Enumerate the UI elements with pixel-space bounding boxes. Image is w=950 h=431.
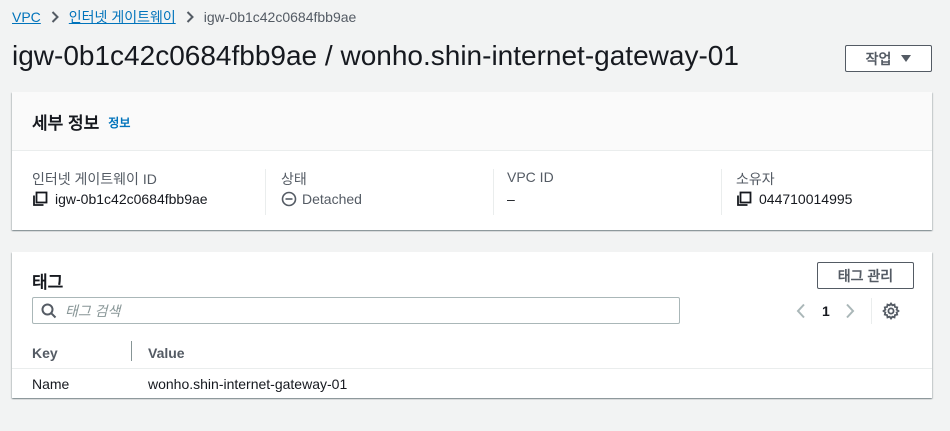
tag-key-cell: Name: [32, 376, 70, 392]
state-value: Detached: [302, 191, 362, 207]
breadcrumb-link-vpc[interactable]: VPC: [12, 9, 41, 25]
breadcrumb-current: igw-0b1c42c0684fbb9ae: [203, 9, 357, 25]
copy-icon[interactable]: [736, 191, 752, 207]
pager-divider: [870, 298, 872, 324]
manage-tags-button[interactable]: 태그 관리: [817, 262, 914, 289]
actions-button-label: 작업: [865, 50, 892, 67]
caret-down-icon: [901, 55, 912, 62]
tag-search-input[interactable]: [65, 302, 645, 319]
detail-key: 소유자: [736, 171, 775, 187]
detail-column-owner: 소유자 044710014995: [721, 169, 921, 215]
tags-table-header: Key Value: [12, 339, 932, 369]
column-header-value[interactable]: Value: [148, 345, 185, 361]
breadcrumb-link-internet-gateways[interactable]: 인터넷 게이트웨이: [69, 7, 176, 27]
current-page-number[interactable]: 1: [822, 303, 830, 319]
detail-column-vpc-id: VPC ID –: [493, 169, 721, 215]
details-panel-header: 세부 정보 정보: [12, 92, 932, 151]
tag-search-field[interactable]: [32, 297, 680, 324]
actions-dropdown-button[interactable]: 작업: [845, 45, 932, 72]
detail-value: Detached: [281, 191, 362, 207]
details-panel: 세부 정보 정보 인터넷 게이트웨이 ID igw-0b1c42c0684fbb…: [12, 92, 932, 230]
detail-column-igw-id: 인터넷 게이트웨이 ID igw-0b1c42c0684fbb9ae: [32, 169, 265, 215]
detail-key: 상태: [281, 171, 307, 187]
details-columns: 인터넷 게이트웨이 ID igw-0b1c42c0684fbb9ae 상태 De…: [12, 151, 932, 215]
previous-page-icon[interactable]: [796, 303, 806, 319]
owner-value: 044710014995: [759, 191, 853, 207]
details-heading: 세부 정보: [32, 113, 100, 133]
info-link[interactable]: 정보: [108, 114, 130, 131]
column-divider: [265, 169, 266, 215]
tag-value-cell: wonho.shin-internet-gateway-01: [148, 376, 348, 392]
detail-value: igw-0b1c42c0684fbb9ae: [32, 191, 208, 207]
search-icon: [41, 303, 57, 319]
detail-key: 인터넷 게이트웨이 ID: [32, 171, 157, 187]
settings-gear-icon[interactable]: [881, 302, 900, 320]
vpc-id-value: –: [507, 191, 515, 207]
pagination: 1: [796, 298, 900, 324]
breadcrumb: VPC 인터넷 게이트웨이 igw-0b1c42c0684fbb9ae: [12, 8, 356, 26]
column-header-key[interactable]: Key: [32, 345, 58, 361]
chevron-right-icon: [51, 11, 59, 23]
column-divider: [493, 169, 494, 215]
page-title: igw-0b1c42c0684fbb9ae / wonho.shin-inter…: [12, 40, 739, 71]
igw-id-value: igw-0b1c42c0684fbb9ae: [55, 191, 208, 207]
chevron-right-icon: [186, 11, 194, 23]
copy-icon[interactable]: [32, 191, 48, 207]
table-row: Name wonho.shin-internet-gateway-01: [12, 369, 932, 398]
detail-key: VPC ID: [507, 169, 554, 185]
tags-panel: 태그 태그 관리 1 Key Value Name: [12, 252, 932, 398]
tags-heading: 태그: [32, 273, 64, 292]
column-divider: [721, 169, 722, 215]
next-page-icon[interactable]: [845, 303, 855, 319]
detail-column-state: 상태 Detached: [265, 169, 493, 215]
detail-value: 044710014995: [736, 191, 852, 207]
status-stopped-icon: [281, 191, 297, 207]
column-resize-handle[interactable]: [131, 341, 132, 361]
